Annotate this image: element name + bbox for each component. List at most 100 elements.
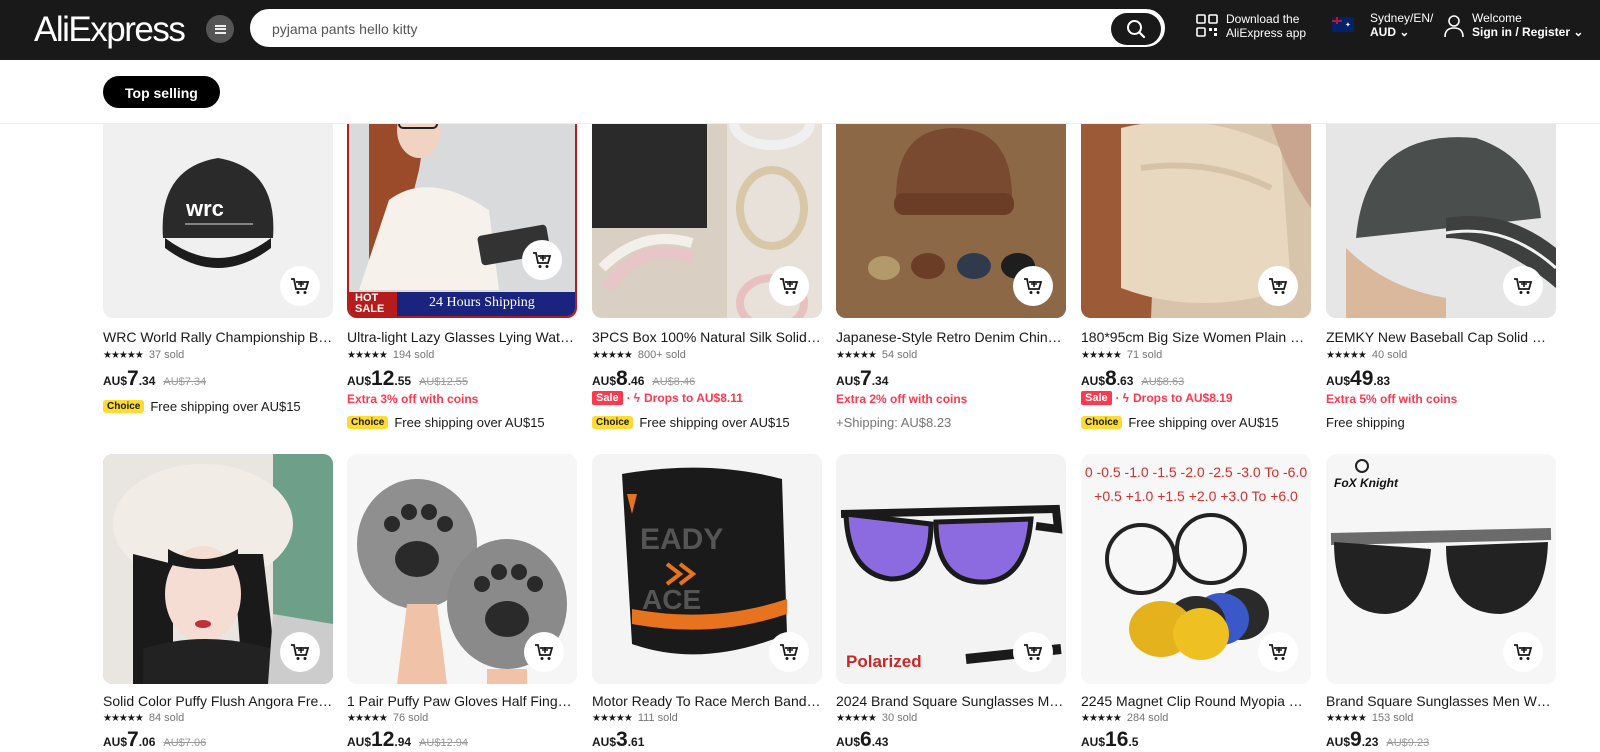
- product-image[interactable]: [103, 454, 333, 684]
- product-price: AU$8.46 AU$8.46: [592, 367, 696, 390]
- shipping-badge: 24 Hours Shipping: [429, 295, 535, 310]
- tab-top-selling[interactable]: Top selling: [103, 76, 220, 108]
- choice-badge: Choice: [592, 416, 634, 429]
- add-to-cart-button[interactable]: [769, 632, 809, 672]
- product-title[interactable]: 2245 Magnet Clip Round Myopia Glasses: [1081, 693, 1311, 709]
- coin-promo: Extra 3% off with coins: [347, 392, 479, 406]
- svg-text:ACE: ACE: [642, 584, 701, 615]
- qr-code-icon: [1196, 14, 1218, 37]
- choice-badge: Choice: [1081, 416, 1123, 429]
- product-price: AU$12.94 AU$12.94: [347, 728, 468, 751]
- product-title[interactable]: 2024 Brand Square Sunglasses Men Polariz…: [836, 693, 1066, 709]
- add-to-cart-button[interactable]: [1503, 632, 1543, 672]
- star-rating: ★★★★★: [592, 349, 633, 361]
- star-rating: ★★★★★: [347, 712, 388, 724]
- star-rating: ★★★★★: [347, 349, 388, 361]
- coin-promo: Extra 5% off with coins: [1326, 392, 1458, 406]
- cart-icon: [1269, 644, 1288, 660]
- add-to-cart-button[interactable]: [280, 632, 320, 672]
- menu-button[interactable]: [206, 15, 234, 43]
- product-price: AU$7.34 AU$7.34: [103, 367, 207, 390]
- product-title[interactable]: ZEMKY New Baseball Cap Solid Color Outdo…: [1326, 329, 1556, 345]
- product-title[interactable]: Ultra-light Lazy Glasses Lying Watching …: [347, 329, 577, 345]
- star-rating: ★★★★★: [103, 712, 144, 724]
- shipping-info: Choice Free shipping over AU$15: [1081, 415, 1279, 430]
- sale-promo: Sale · ϟ Drops to AU$8.11: [592, 391, 743, 405]
- polarized-label: Polarized: [846, 652, 922, 671]
- shipping-info: Choice Free shipping over AU$15: [103, 399, 301, 414]
- product-price: AU$7.34: [836, 367, 889, 390]
- product-title[interactable]: Motor Ready To Race Merch Bandana Neck G…: [592, 693, 822, 709]
- product-rating: ★★★★★ 30 sold: [836, 712, 917, 724]
- sold-count: 76 sold: [392, 712, 429, 724]
- product-title[interactable]: 3PCS Box 100% Natural Silk Solid Color S…: [592, 329, 822, 345]
- sale-badge: Sale: [592, 391, 623, 405]
- sold-count: 54 sold: [881, 349, 918, 361]
- cart-icon: [1024, 278, 1043, 294]
- sold-count: 284 sold: [1126, 712, 1169, 724]
- sold-count: 111 sold: [637, 712, 678, 724]
- product-price: AU$8.63 AU$8.63: [1081, 367, 1185, 390]
- product-image[interactable]: EADY ACE: [592, 454, 822, 684]
- svg-text:wrc: wrc: [185, 196, 224, 221]
- add-to-cart-button[interactable]: [1013, 266, 1053, 306]
- aliexpress-logo[interactable]: AliExpress: [34, 10, 186, 50]
- original-price: AU$12.55: [419, 376, 468, 388]
- search-button[interactable]: [1111, 13, 1161, 45]
- product-image[interactable]: 0 -0.5 -1.0 -1.5 -2.0 -2.5 -3.0 To -6.0 …: [1081, 454, 1311, 684]
- product-title[interactable]: WRC World Rally Championship Baseball Ca…: [103, 329, 333, 345]
- sold-count: 153 sold: [1371, 712, 1414, 724]
- cart-icon: [535, 644, 554, 660]
- add-to-cart-button[interactable]: [280, 266, 320, 306]
- product-title[interactable]: 1 Pair Puffy Paw Gloves Half Finger Mitt…: [347, 693, 577, 709]
- search-input[interactable]: [272, 19, 1072, 39]
- download-app-link[interactable]: Download the AliExpress app: [1196, 12, 1306, 40]
- product-image[interactable]: FoX Knight: [1326, 454, 1556, 684]
- product-title[interactable]: Brand Square Sunglasses Men Women Drivin…: [1326, 693, 1556, 709]
- svg-text:EADY: EADY: [640, 523, 723, 556]
- add-to-cart-button[interactable]: [769, 266, 809, 306]
- coin-promo: Extra 2% off with coins: [836, 392, 968, 406]
- add-to-cart-button[interactable]: [1258, 266, 1298, 306]
- product-price: AU$16.5: [1081, 728, 1139, 751]
- cart-icon: [1024, 644, 1043, 660]
- search-bar[interactable]: [250, 9, 1165, 47]
- user-icon: [1444, 15, 1464, 38]
- add-to-cart-button[interactable]: [522, 240, 562, 280]
- add-to-cart-button[interactable]: [1013, 632, 1053, 672]
- product-rating: ★★★★★ 71 sold: [1081, 349, 1162, 361]
- product-title[interactable]: Japanese-Style Retro Denim Chinese Melon…: [836, 329, 1066, 345]
- download-line1: Download the: [1226, 12, 1300, 26]
- add-to-cart-button[interactable]: [1503, 266, 1543, 306]
- product-rating: ★★★★★ 84 sold: [103, 712, 184, 724]
- lightning-icon: ϟ: [633, 391, 640, 405]
- chevron-down-icon: ⌄: [1399, 25, 1410, 39]
- account-menu[interactable]: Welcome Sign in / Register ⌄: [1444, 11, 1583, 39]
- original-price: AU$8.46: [652, 376, 696, 388]
- star-rating: ★★★★★: [1326, 712, 1367, 724]
- sold-count: 37 sold: [148, 349, 185, 361]
- choice-badge: Choice: [103, 400, 145, 413]
- original-price: AU$8.63: [1141, 376, 1185, 388]
- lightning-icon: ϟ: [1122, 391, 1129, 405]
- product-rating: ★★★★★ 37 sold: [103, 349, 184, 361]
- region-selector[interactable]: Sydney/EN/AUD ⌄: [1332, 11, 1433, 39]
- product-image[interactable]: Polarized: [836, 454, 1066, 684]
- product-rating: ★★★★★ 800+ sold: [592, 349, 686, 361]
- product-rating: ★★★★★ 111 sold: [592, 712, 678, 724]
- product-rating: ★★★★★ 76 sold: [347, 712, 428, 724]
- product-price: AU$49.83: [1326, 367, 1391, 390]
- product-title[interactable]: 180*95cm Big Size Women Plain Solid Scar…: [1081, 329, 1311, 345]
- signin-link[interactable]: Sign in / Register: [1472, 25, 1570, 39]
- sale-promo: Sale · ϟ Drops to AU$8.19: [1081, 391, 1233, 405]
- add-to-cart-button[interactable]: [1258, 632, 1298, 672]
- choice-badge: Choice: [347, 416, 389, 429]
- product-title[interactable]: Solid Color Puffy Flush Angora French Be…: [103, 693, 333, 709]
- product-rating: ★★★★★ 40 sold: [1326, 349, 1407, 361]
- sold-count: 84 sold: [148, 712, 185, 724]
- filter-tab-bar: Top selling: [0, 60, 1600, 124]
- search-icon: [1127, 20, 1146, 39]
- cart-icon: [1514, 644, 1533, 660]
- product-image[interactable]: [347, 454, 577, 684]
- add-to-cart-button[interactable]: [524, 632, 564, 672]
